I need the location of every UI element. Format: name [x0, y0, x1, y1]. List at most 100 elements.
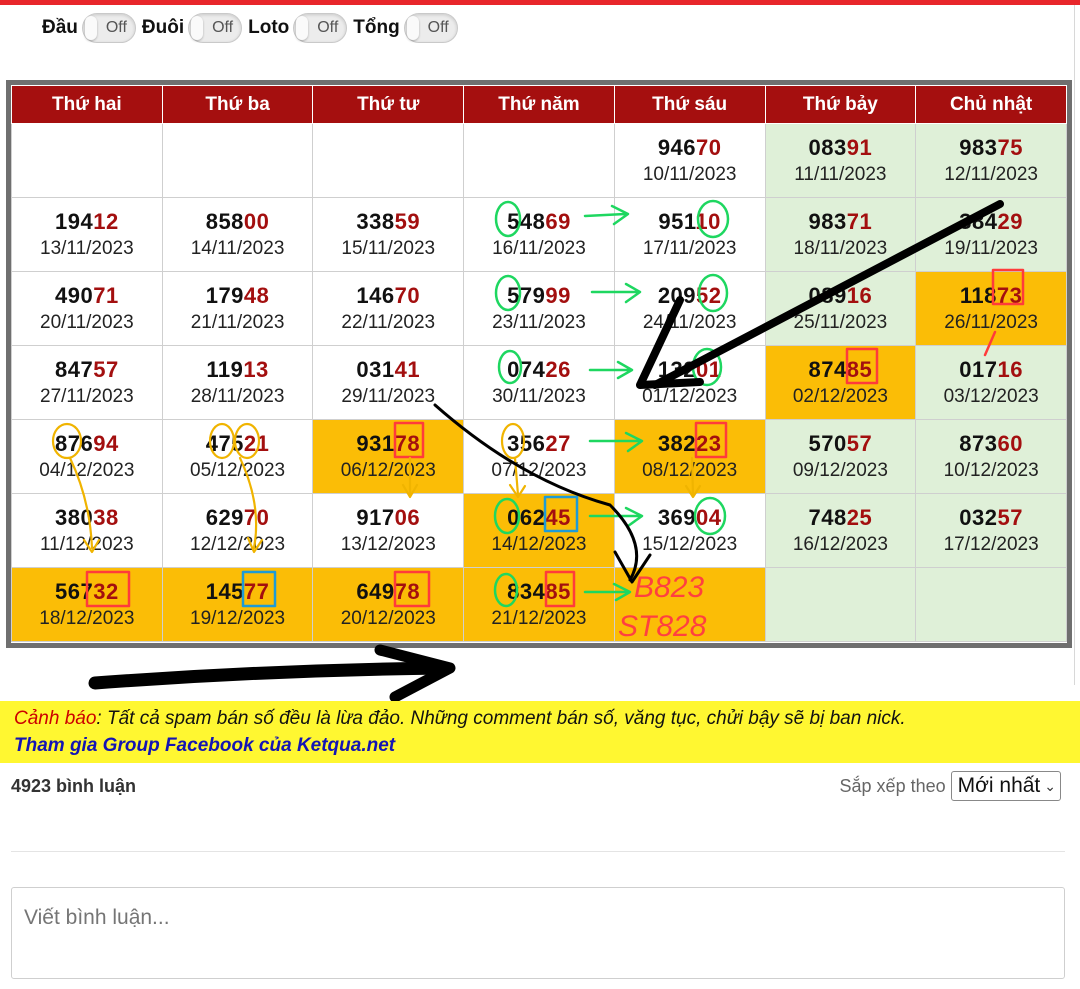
- number-head: 384: [959, 208, 998, 234]
- number-tail: 13: [243, 356, 269, 382]
- number-tail: 71: [846, 208, 873, 234]
- toggle-dau[interactable]: Off: [81, 13, 136, 43]
- number-head: 567: [55, 578, 94, 604]
- result-date: 07/12/2023: [491, 459, 587, 481]
- warning-line: Cảnh báo: Tất cả spam bán số đều là lừa …: [14, 706, 1066, 732]
- number-tail: 26: [545, 356, 571, 382]
- result-date: 10/11/2023: [642, 163, 737, 185]
- result-number: 01716: [916, 356, 1066, 384]
- result-date: 06/12/2023: [340, 459, 436, 481]
- comment-input[interactable]: [11, 887, 1065, 979]
- calendar-day-cell: 94670 10/11/2023: [613, 123, 766, 198]
- calendar-week-row: 49071 20/11/2023 17948 21/11/2023 14670 22/11…: [11, 271, 1067, 346]
- result-number: 87360: [916, 430, 1066, 458]
- calendar-day-cell: 87360 10/12/2023: [915, 419, 1067, 494]
- calendar-day-cell: 17948 21/11/2023: [161, 271, 314, 346]
- sort-label: Sắp xếp theo: [839, 775, 946, 796]
- calendar-day-cell: 08916 25/11/2023: [764, 271, 917, 346]
- number-head: 917: [356, 504, 395, 530]
- calendar-day-cell: 64978 20/12/2023: [312, 567, 465, 642]
- warning-label: Cảnh báo: [14, 708, 97, 729]
- calendar-day-cell: 06245 14/12/2023: [463, 493, 615, 568]
- number-tail: 29: [997, 208, 1023, 234]
- result-number: 91706: [313, 504, 463, 532]
- result-number: 98371: [766, 208, 916, 236]
- calendar-day-cell: 98371 18/11/2023: [764, 197, 917, 272]
- result-number: 11873: [916, 282, 1066, 310]
- result-number: 14577: [163, 578, 313, 606]
- number-tail: 10: [695, 208, 721, 234]
- number-head: 876: [55, 430, 94, 456]
- result-date: 09/12/2023: [792, 459, 888, 481]
- result-date: 02/12/2023: [792, 385, 888, 407]
- number-tail: 27: [545, 430, 571, 456]
- result-number: 03257: [916, 504, 1066, 532]
- calendar-day-cell: 83485 21/12/2023: [463, 567, 615, 642]
- number-tail: 25: [846, 504, 873, 530]
- number-tail: 73: [996, 282, 1023, 308]
- result-date: 18/12/2023: [39, 607, 135, 629]
- weekday-header: Thứ bảy: [764, 85, 917, 124]
- number-head: 146: [356, 282, 395, 308]
- result-date: 01/12/2023: [642, 385, 738, 407]
- result-date: 14/11/2023: [190, 237, 285, 259]
- result-number: 87485: [766, 356, 916, 384]
- calendar-day-cell: 19412 13/11/2023: [11, 197, 163, 272]
- result-number: 94670: [615, 134, 765, 162]
- number-tail: 04: [696, 504, 722, 530]
- number-tail: 99: [545, 282, 571, 308]
- result-date: 28/11/2023: [190, 385, 285, 407]
- number-head: 858: [205, 208, 244, 234]
- result-number: 95110: [615, 208, 765, 236]
- result-number: 13201: [615, 356, 765, 384]
- number-head: 490: [55, 282, 94, 308]
- result-number: 85800: [163, 208, 313, 236]
- toggle-state: Off: [317, 19, 339, 36]
- page: Đầu Off Đuôi Off Loto Off Tổng Off Thứ h…: [0, 0, 1080, 989]
- number-head: 382: [657, 430, 697, 456]
- chevron-down-icon: ⌄: [1044, 777, 1056, 794]
- calendar-week-row: 94670 10/11/2023 08391 11/11/2023 98375 12/11…: [11, 123, 1067, 198]
- result-date: 17/11/2023: [642, 237, 737, 259]
- calendar-day-cell: 85800 14/11/2023: [161, 197, 314, 272]
- result-date: 19/11/2023: [944, 237, 1038, 259]
- sort-select[interactable]: Mới nhất ⌄: [950, 771, 1061, 801]
- result-number: 93178: [313, 430, 463, 458]
- result-number: 83485: [464, 578, 614, 606]
- result-number: 49071: [12, 282, 162, 310]
- result-number: 84757: [12, 356, 162, 384]
- result-date: 14/12/2023: [491, 533, 587, 555]
- toggle-loto[interactable]: Off: [293, 13, 348, 43]
- result-date: 04/12/2023: [39, 459, 135, 481]
- result-number: 38223: [615, 430, 765, 458]
- calendar-day-cell: 57057 09/12/2023: [764, 419, 917, 494]
- weekday-header: Chủ nhật: [915, 85, 1067, 124]
- result-date: 10/12/2023: [943, 459, 1039, 481]
- sort-control: Sắp xếp theo Mới nhất ⌄: [840, 771, 1061, 801]
- comments-header: 4923 bình luận Sắp xếp theo Mới nhất ⌄: [11, 770, 1061, 802]
- weekday-header: Thứ sáu: [613, 85, 766, 124]
- calendar-day-cell: 11873 26/11/2023: [915, 271, 1067, 346]
- frame-edge: [1074, 5, 1075, 685]
- number-head: 983: [959, 134, 998, 160]
- number-head: 847: [55, 356, 94, 382]
- number-tail: 06: [394, 504, 421, 530]
- toggle-tong[interactable]: Off: [403, 13, 458, 43]
- number-head: 946: [657, 134, 697, 160]
- number-tail: 70: [394, 282, 421, 308]
- number-tail: 94: [93, 430, 119, 456]
- toggle-duoi[interactable]: Off: [188, 13, 243, 43]
- number-tail: 57: [997, 504, 1023, 530]
- number-tail: 75: [997, 134, 1023, 160]
- result-date: 05/12/2023: [190, 459, 286, 481]
- calendar-week-row: 38038 11/12/2023 62970 12/12/2023 91706 13/12…: [11, 493, 1067, 568]
- calendar-day-cell: 13201 01/12/2023: [613, 345, 766, 420]
- number-head: 874: [808, 356, 847, 382]
- facebook-group-link[interactable]: Tham gia Group Facebook của Ketqua.net: [14, 732, 1066, 760]
- result-number: 36904: [615, 504, 765, 532]
- result-number: 07426: [464, 356, 614, 384]
- number-tail: 38: [93, 504, 119, 530]
- result-date: 16/11/2023: [492, 237, 586, 259]
- weekday-header: Thứ hai: [11, 85, 163, 124]
- result-number: 64978: [313, 578, 463, 606]
